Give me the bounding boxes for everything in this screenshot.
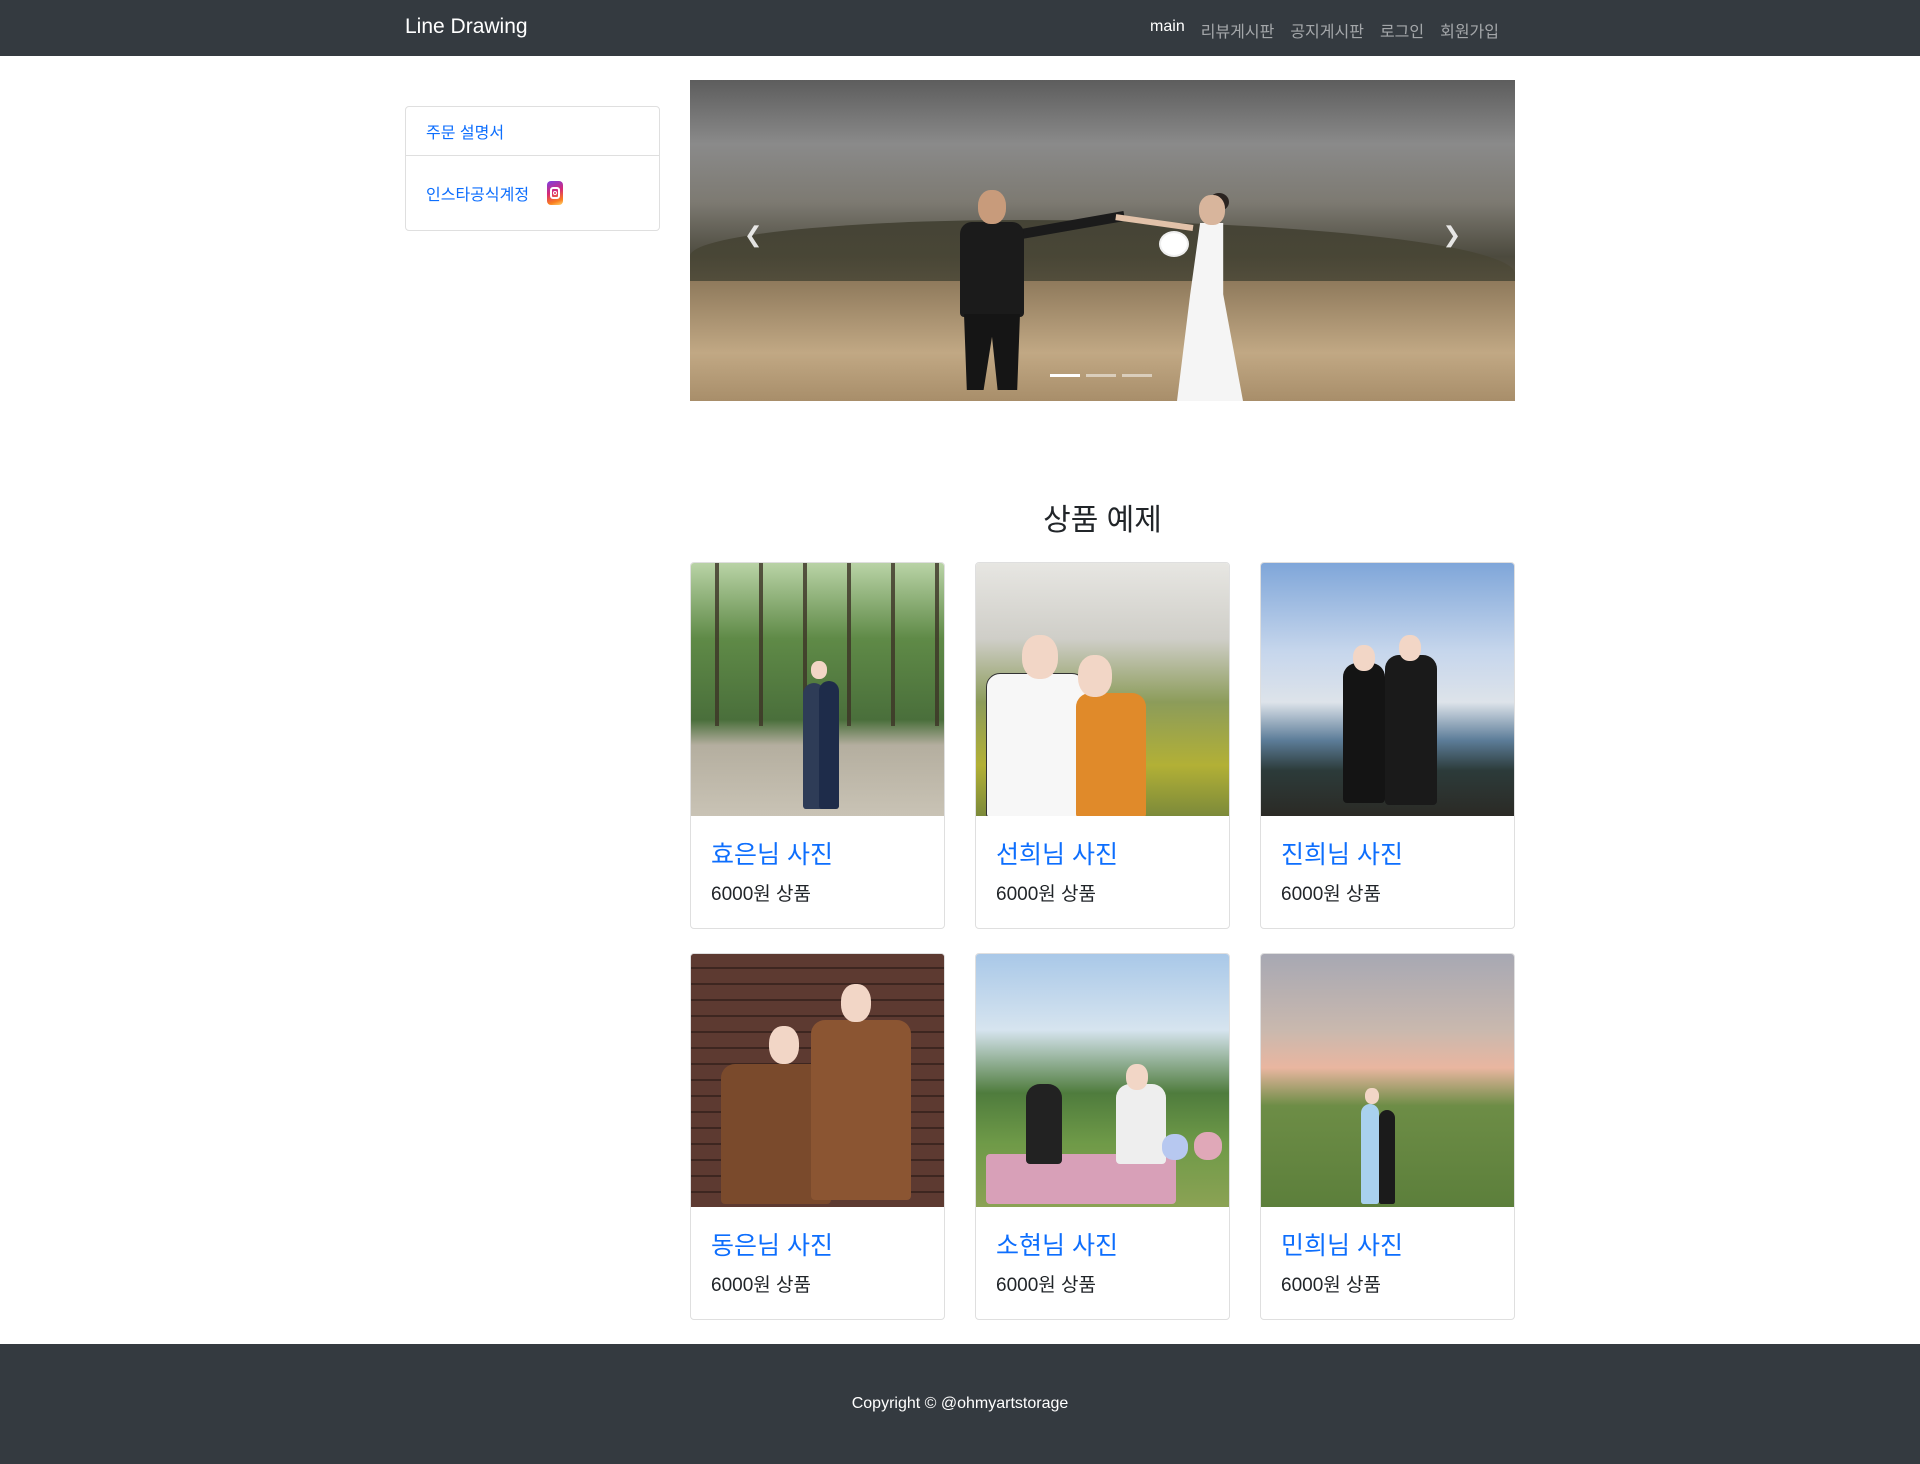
product-card: 선희님 사진 6000원 상품 (975, 562, 1230, 929)
nav-link-login[interactable]: 로그인 (1372, 18, 1432, 42)
chevron-right-icon[interactable]: ❯ (1443, 222, 1461, 248)
product-card: 효은님 사진 6000원 상품 (690, 562, 945, 929)
product-title-link[interactable]: 효은님 사진 (711, 835, 833, 871)
product-price: 6000원 상품 (711, 1275, 811, 1296)
product-card: 동은님 사진 6000원 상품 (690, 953, 945, 1320)
sidebar-menu: 주문 설명서 인스타공식계정 (405, 106, 660, 231)
product-title-link[interactable]: 진희님 사진 (1281, 835, 1403, 871)
top-navbar: Line Drawing main 리뷰게시판 공지게시판 로그인 회원가입 (0, 0, 1920, 56)
product-title-link[interactable]: 동은님 사진 (711, 1226, 833, 1262)
brand-link[interactable]: Line Drawing (405, 15, 528, 39)
product-image[interactable] (1261, 954, 1514, 1207)
product-image[interactable] (691, 563, 944, 816)
product-image[interactable] (1261, 563, 1514, 816)
product-price: 6000원 상품 (996, 884, 1096, 905)
product-title-link[interactable]: 선희님 사진 (996, 835, 1118, 871)
nav-links: main 리뷰게시판 공지게시판 로그인 회원가입 (1142, 18, 1507, 42)
nav-link-review-board[interactable]: 리뷰게시판 (1193, 18, 1283, 42)
hero-carousel: ❮ ❯ (690, 80, 1515, 401)
nav-link-notice-board[interactable]: 공지게시판 (1282, 18, 1372, 42)
product-price: 6000원 상품 (1281, 1275, 1381, 1296)
product-card: 진희님 사진 6000원 상품 (1260, 562, 1515, 929)
product-card: 민희님 사진 6000원 상품 (1260, 953, 1515, 1320)
product-title-link[interactable]: 소현님 사진 (996, 1226, 1118, 1262)
carousel-indicators (1050, 374, 1152, 377)
copyright-text: Copyright © @ohmyartstorage (851, 1395, 1069, 1412)
section-title: 상품 예제 (1043, 504, 1162, 537)
sidebar-item-label: 주문 설명서 (426, 125, 505, 142)
instagram-icon (547, 181, 564, 205)
bride-illustration (1115, 193, 1245, 401)
carousel-indicator[interactable] (1086, 374, 1116, 377)
groom-illustration (950, 190, 1126, 390)
product-image[interactable] (976, 563, 1229, 816)
sidebar-item-label: 인스타공식계정 (426, 187, 530, 204)
product-title-link[interactable]: 민희님 사진 (1281, 1226, 1403, 1262)
product-image[interactable] (976, 954, 1229, 1207)
product-card: 소현님 사진 6000원 상품 (975, 953, 1230, 1320)
page-footer: Copyright © @ohmyartstorage (0, 1344, 1920, 1464)
carousel-indicator[interactable] (1050, 374, 1080, 377)
carousel-indicator[interactable] (1122, 374, 1152, 377)
product-price: 6000원 상품 (711, 884, 811, 905)
product-price: 6000원 상품 (996, 1275, 1096, 1296)
chevron-left-icon[interactable]: ❮ (744, 222, 762, 248)
product-price: 6000원 상품 (1281, 884, 1381, 905)
nav-link-main[interactable]: main (1142, 18, 1193, 42)
sidebar-item-order-guide[interactable]: 주문 설명서 (406, 107, 659, 156)
sidebar-item-instagram[interactable]: 인스타공식계정 (406, 156, 659, 230)
product-image[interactable] (691, 954, 944, 1207)
nav-link-signup[interactable]: 회원가입 (1432, 18, 1507, 42)
